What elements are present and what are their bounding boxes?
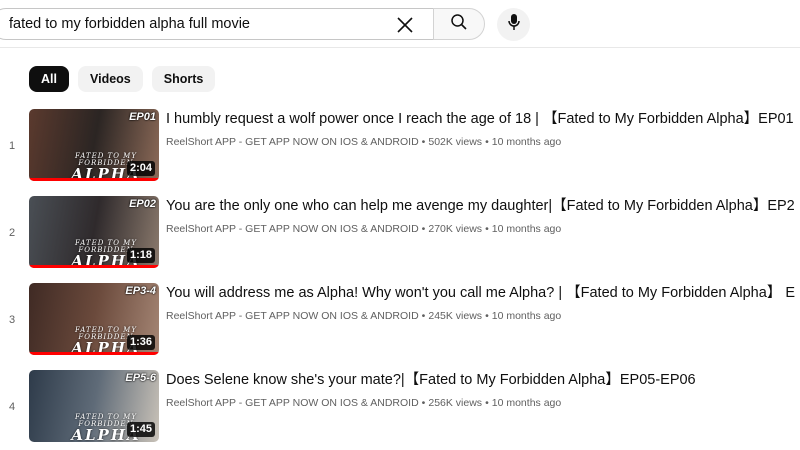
watch-progress-bar [29,352,159,355]
separator-dot: • [421,223,426,235]
duration-badge: 1:45 [126,422,155,437]
channel-name[interactable]: ReelShort APP - GET APP NOW ON IOS & AND… [166,136,419,148]
upload-age: 10 months ago [491,397,562,409]
chip-shorts[interactable]: Shorts [151,66,216,92]
channel-name[interactable]: ReelShort APP - GET APP NOW ON IOS & AND… [166,397,419,409]
video-row: 3 EP3-4 FATED TO MY FORBIDDEN ALPHA 1:36… [0,283,800,359]
close-icon[interactable] [395,15,415,35]
search-input[interactable] [9,9,389,39]
video-title[interactable]: Does Selene know she's your mate?|【Fated… [166,371,796,389]
row-index: 1 [9,140,16,152]
search-box[interactable] [0,8,433,40]
chip-videos[interactable]: Videos [77,66,143,92]
upload-age: 10 months ago [491,310,562,322]
video-row: 4 EP5-6 FATED TO MY FORBIDDEN ALPHA 1:45… [0,370,800,446]
search-icon [450,13,468,36]
watch-progress-bar [29,178,159,181]
channel-name[interactable]: ReelShort APP - GET APP NOW ON IOS & AND… [166,310,419,322]
header-divider [0,47,800,48]
separator-dot: • [421,310,426,322]
video-thumbnail[interactable]: EP02 FATED TO MY FORBIDDEN ALPHA 1:18 [29,196,159,268]
microphone-icon [507,13,521,36]
search-results-page: All Videos Shorts 1 EP01 FATED TO MY FOR… [0,0,800,450]
video-thumbnail[interactable]: EP01 FATED TO MY FORBIDDEN ALPHA 2:04 [29,109,159,181]
thumbnail-episode-label: EP01 [129,111,156,123]
voice-search-button[interactable] [497,8,530,41]
video-title[interactable]: I humbly request a wolf power once I rea… [166,110,796,128]
separator-dot: • [421,136,426,148]
video-title[interactable]: You will address me as Alpha! Why won't … [166,284,796,302]
row-index: 4 [9,401,16,413]
watch-progress-bar [29,265,159,268]
channel-name[interactable]: ReelShort APP - GET APP NOW ON IOS & AND… [166,223,419,235]
video-row: 2 EP02 FATED TO MY FORBIDDEN ALPHA 1:18 … [0,196,800,272]
chip-all[interactable]: All [29,66,69,92]
separator-dot: • [485,136,489,148]
duration-badge: 2:04 [126,161,155,176]
view-count: 502K views [428,136,483,148]
video-meta: ReelShort APP - GET APP NOW ON IOS & AND… [166,223,561,235]
video-row: 1 EP01 FATED TO MY FORBIDDEN ALPHA 2:04 … [0,109,800,185]
video-meta: ReelShort APP - GET APP NOW ON IOS & AND… [166,397,561,409]
upload-age: 10 months ago [491,136,562,148]
video-title[interactable]: You are the only one who can help me ave… [166,197,796,215]
thumbnail-episode-label: EP3-4 [125,285,156,297]
upload-age: 10 months ago [491,223,562,235]
row-index: 2 [9,227,16,239]
filter-chips: All Videos Shorts [29,66,216,92]
thumbnail-episode-label: EP5-6 [125,372,156,384]
view-count: 270K views [428,223,483,235]
search-button[interactable] [433,8,485,40]
separator-dot: • [485,397,489,409]
video-meta: ReelShort APP - GET APP NOW ON IOS & AND… [166,136,561,148]
separator-dot: • [421,397,426,409]
thumbnail-episode-label: EP02 [129,198,156,210]
separator-dot: • [485,223,489,235]
separator-dot: • [485,310,489,322]
view-count: 245K views [428,310,483,322]
duration-badge: 1:18 [126,248,155,263]
video-thumbnail[interactable]: EP3-4 FATED TO MY FORBIDDEN ALPHA 1:36 [29,283,159,355]
video-meta: ReelShort APP - GET APP NOW ON IOS & AND… [166,310,561,322]
video-thumbnail[interactable]: EP5-6 FATED TO MY FORBIDDEN ALPHA 1:45 [29,370,159,442]
row-index: 3 [9,314,16,326]
duration-badge: 1:36 [126,335,155,350]
view-count: 256K views [428,397,483,409]
